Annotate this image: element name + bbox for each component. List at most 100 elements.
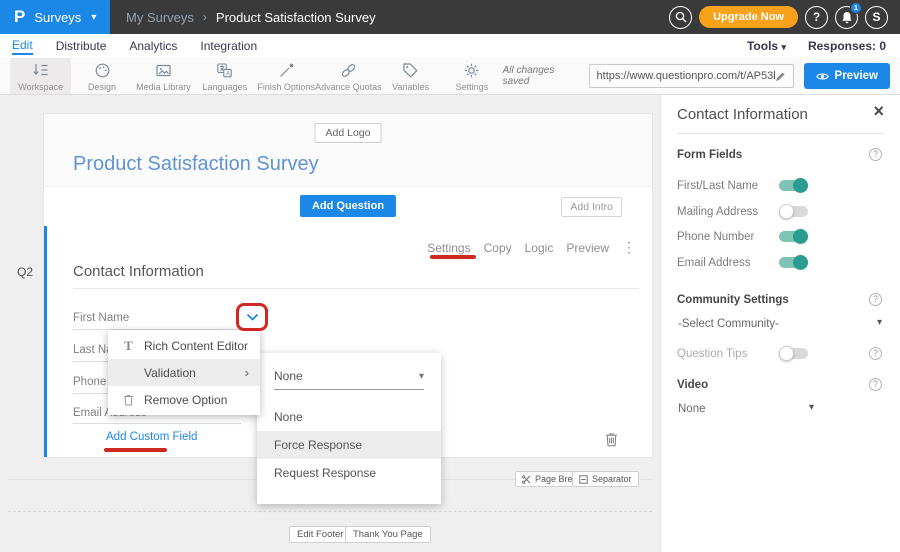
chevron-down-icon xyxy=(246,313,259,321)
avatar-initial: S xyxy=(872,10,880,24)
edit-footer-button[interactable]: Edit Footer xyxy=(289,526,351,543)
save-status: All changes saved xyxy=(503,65,579,87)
survey-nav: Edit Distribute Analytics Integration To… xyxy=(0,34,900,58)
account-avatar[interactable]: S xyxy=(865,6,888,29)
question-settings-panel: Contact Information × Form Fields ? Firs… xyxy=(660,95,900,552)
select-community-dropdown[interactable]: -Select Community- xyxy=(678,318,779,330)
search-button[interactable] xyxy=(669,6,692,29)
question-tips-toggle[interactable] xyxy=(779,348,808,359)
notifications-button[interactable]: 1 xyxy=(835,6,858,29)
chevron-down-icon: ▾ xyxy=(419,371,424,382)
option-force-response[interactable]: Force Response xyxy=(257,431,441,459)
validation-submenu: None ▾ None Force Response Request Respo… xyxy=(257,353,441,504)
separator-button[interactable]: Separator xyxy=(572,471,639,487)
help-icon[interactable]: ? xyxy=(869,378,882,391)
option-request-response[interactable]: Request Response xyxy=(257,459,441,487)
toolbar-finish-options[interactable]: Finish Options xyxy=(256,58,317,94)
tab-edit[interactable]: Edit xyxy=(12,38,33,55)
panel-title: Contact Information xyxy=(677,106,808,123)
question-more-menu[interactable]: ⋮ xyxy=(622,239,636,256)
toolbar-workspace[interactable]: Workspace xyxy=(10,58,71,94)
field-first-name[interactable]: First Name xyxy=(73,312,129,324)
finish-options-icon xyxy=(277,61,296,80)
question-title[interactable]: Contact Information xyxy=(73,263,204,280)
add-question-button[interactable]: Add Question xyxy=(300,195,396,217)
delete-question-button[interactable] xyxy=(605,432,618,452)
first-last-name-toggle[interactable] xyxy=(779,180,808,191)
validation-select[interactable]: None ▾ xyxy=(274,369,424,390)
help-icon[interactable]: ? xyxy=(869,148,882,161)
option-none[interactable]: None xyxy=(257,403,441,431)
tab-analytics[interactable]: Analytics xyxy=(129,39,177,54)
menu-item-label: Rich Content Editor xyxy=(144,339,248,353)
variables-icon xyxy=(401,61,420,80)
mailing-address-toggle[interactable] xyxy=(779,206,808,217)
question-preview-link[interactable]: Preview xyxy=(566,241,609,255)
question-settings-link[interactable]: Settings xyxy=(427,241,470,255)
toolbar-variables[interactable]: Variables xyxy=(380,58,441,94)
phone-number-toggle[interactable] xyxy=(779,231,808,242)
subnav-right: Tools ▾ Responses: 0 xyxy=(747,39,886,53)
svg-text:A: A xyxy=(226,70,231,77)
survey-title[interactable]: Product Satisfaction Survey xyxy=(73,153,319,176)
help-button[interactable]: ? xyxy=(805,6,828,29)
field-phone[interactable]: Phone xyxy=(73,376,106,388)
menu-item-validation[interactable]: Validation › xyxy=(108,359,260,386)
submenu-arrow-icon: › xyxy=(245,365,249,380)
question-copy-link[interactable]: Copy xyxy=(484,241,512,255)
survey-url-input[interactable]: https://www.questionpro.com/t/AP53kZgUI xyxy=(589,64,794,88)
workspace-icon xyxy=(31,61,50,80)
menu-item-remove-option[interactable]: Remove Option xyxy=(108,386,260,413)
toggle-knob xyxy=(793,229,808,244)
add-logo-button[interactable]: Add Logo xyxy=(315,123,382,143)
thank-you-page-button[interactable]: Thank You Page xyxy=(345,526,431,543)
edit-url-button[interactable] xyxy=(775,71,786,82)
panel-divider xyxy=(677,133,884,134)
add-intro-button[interactable]: Add Intro xyxy=(561,197,622,217)
chevron-down-icon: ▾ xyxy=(781,42,786,52)
toolbar-settings[interactable]: Settings xyxy=(441,58,502,94)
validation-selected-value: None xyxy=(274,369,303,383)
preview-button[interactable]: Preview xyxy=(804,63,890,89)
toolbar-advance-quotas[interactable]: Advance Quotas xyxy=(317,58,380,94)
breadcrumb: My Surveys › Product Satisfaction Survey xyxy=(126,10,376,25)
eye-icon xyxy=(816,72,829,81)
video-section-title: Video xyxy=(677,379,708,391)
chevron-down-icon[interactable]: ▾ xyxy=(877,317,882,328)
thank-you-page-label: Thank You Page xyxy=(353,529,423,540)
tools-label: Tools xyxy=(747,39,778,53)
tab-integration[interactable]: Integration xyxy=(200,39,257,54)
surveys-menu-label: Surveys xyxy=(34,10,81,25)
first-name-options-chevron[interactable] xyxy=(236,303,268,331)
chevron-down-icon: ▾ xyxy=(91,12,96,23)
mailing-address-label: Mailing Address xyxy=(677,206,758,218)
help-icon[interactable]: ? xyxy=(869,347,882,360)
tools-dropdown[interactable]: Tools ▾ xyxy=(747,39,786,53)
toolbar-languages[interactable]: A Languages xyxy=(194,58,255,94)
responses-link[interactable]: Responses: 0 xyxy=(808,39,886,53)
menu-item-rich-content-editor[interactable]: T Rich Content Editor xyxy=(108,332,260,359)
search-icon xyxy=(675,11,687,23)
chevron-down-icon[interactable]: ▾ xyxy=(809,402,814,413)
toggle-knob xyxy=(793,255,808,270)
toolbar-design[interactable]: Design xyxy=(71,58,132,94)
email-address-toggle[interactable] xyxy=(779,257,808,268)
first-last-name-label: First/Last Name xyxy=(677,180,758,192)
toolbar-media-library[interactable]: Media Library xyxy=(133,58,194,94)
add-custom-field-annotation-underline xyxy=(104,448,167,452)
help-icon[interactable]: ? xyxy=(869,293,882,306)
toolbar-label: Languages xyxy=(203,82,248,92)
breadcrumb-my-surveys[interactable]: My Surveys xyxy=(126,10,194,25)
field-underline xyxy=(73,423,241,424)
field-context-menu: T Rich Content Editor Validation › Remov… xyxy=(108,330,260,415)
topbar-actions: Upgrade Now ? 1 S xyxy=(669,6,900,29)
video-dropdown[interactable]: None xyxy=(678,403,706,415)
add-custom-field-link[interactable]: Add Custom Field xyxy=(106,431,197,443)
toolbar-label: Media Library xyxy=(136,82,191,92)
community-settings-section-title: Community Settings xyxy=(677,294,789,306)
question-logic-link[interactable]: Logic xyxy=(525,241,554,255)
upgrade-now-button[interactable]: Upgrade Now xyxy=(699,6,798,28)
close-panel-button[interactable]: × xyxy=(873,101,884,122)
tab-distribute[interactable]: Distribute xyxy=(56,39,107,54)
surveys-menu[interactable]: P Surveys ▾ xyxy=(0,0,110,34)
